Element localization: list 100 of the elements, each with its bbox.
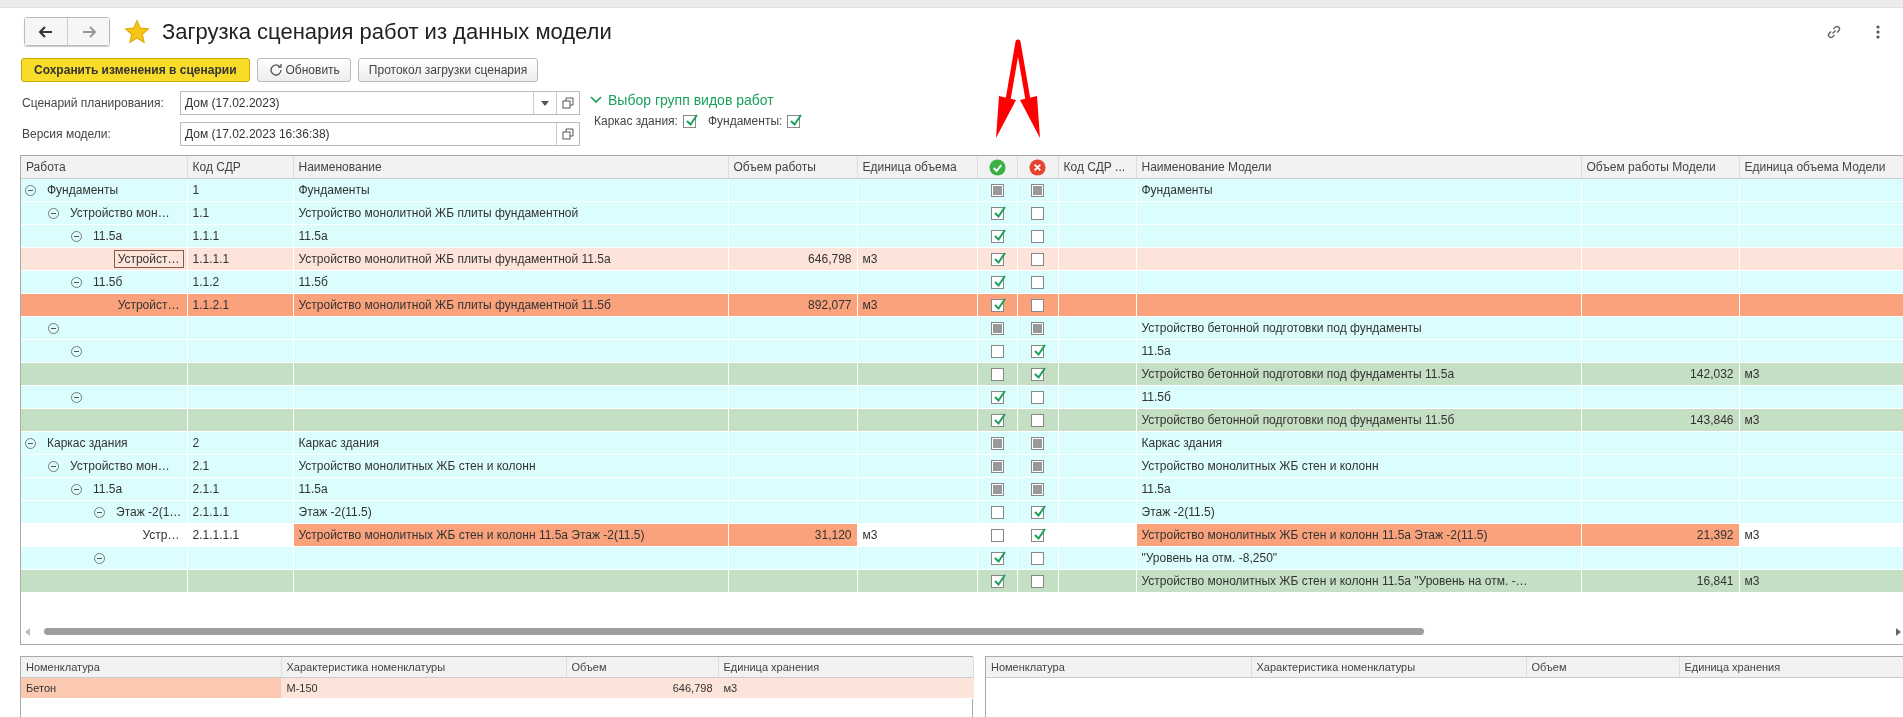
checkbox[interactable] — [990, 299, 1004, 313]
table-cell: 11.5а — [1141, 482, 1171, 496]
checkbox-label: Каркас здания: — [594, 114, 678, 128]
table-cell-text: 11.5а — [92, 481, 124, 498]
input-field[interactable]: Дом (17.02.2023 16:36:38) — [180, 122, 580, 146]
more-icon[interactable] — [1875, 23, 1881, 40]
checkbox[interactable] — [990, 322, 1004, 336]
checkbox[interactable] — [990, 506, 1004, 520]
back-button[interactable] — [25, 18, 67, 45]
table-cell-text: Устройст… — [116, 297, 181, 314]
table-cell-text: Устройство мон… — [69, 205, 171, 222]
checkbox[interactable] — [1031, 552, 1044, 566]
collapse-icon[interactable] — [94, 506, 105, 518]
checkbox[interactable] — [990, 414, 1004, 428]
checkbox[interactable] — [1031, 506, 1044, 520]
collapse-icon[interactable] — [71, 230, 82, 242]
column-header: Единица хранения — [718, 657, 973, 678]
back-arrow-icon — [39, 25, 53, 38]
column-header: Код СДР — [187, 156, 293, 179]
table-cell: 11.5б — [1141, 390, 1171, 404]
table-cell: 2.1 — [192, 459, 210, 473]
checkbox[interactable] — [1031, 299, 1044, 313]
checkbox[interactable] — [1031, 437, 1044, 451]
table-cell: 11.5а — [298, 482, 328, 496]
field-label: Версия модели: — [22, 127, 112, 141]
checkbox[interactable] — [990, 368, 1004, 382]
checkbox[interactable] — [1031, 460, 1044, 474]
column-header: Характеристика номенклатуры — [1251, 657, 1526, 678]
checkbox[interactable] — [1031, 345, 1044, 359]
table-cell: 646,798 — [672, 682, 713, 694]
checkbox[interactable] — [990, 437, 1004, 451]
save-button[interactable]: Сохранить изменения в сценарии — [21, 58, 250, 82]
checkbox[interactable] — [1031, 276, 1044, 290]
table-cell: Бетон — [26, 682, 57, 694]
table-cell: 2.1.1.1 — [192, 505, 230, 519]
checkbox[interactable] — [990, 276, 1004, 290]
column-header: Наименование Модели — [1136, 156, 1581, 179]
log-button[interactable]: Протокол загрузки сценария — [357, 58, 539, 82]
table-cell: 1.1.1.1 — [192, 252, 230, 266]
checkbox[interactable] — [1031, 529, 1044, 543]
checkbox[interactable] — [1031, 184, 1044, 198]
checkbox[interactable] — [1031, 207, 1044, 221]
collapse-icon[interactable] — [71, 483, 82, 495]
checkbox[interactable] — [1031, 414, 1044, 428]
checkbox[interactable] — [990, 483, 1004, 497]
collapse-icon[interactable] — [94, 552, 105, 564]
checkbox[interactable] — [990, 184, 1004, 198]
collapse-icon[interactable] — [71, 391, 82, 403]
horizontal-scrollbar[interactable] — [25, 626, 1901, 638]
table-cell-text: Устройство мон… — [69, 458, 171, 475]
forward-arrow-icon — [81, 25, 96, 38]
table-cell-text: Устр… — [141, 527, 181, 544]
table-cell: м3 — [862, 298, 878, 312]
table-cell-text: 11.5б — [92, 274, 124, 291]
favorite-star-icon[interactable] — [124, 18, 150, 45]
checkbox[interactable] — [1031, 230, 1044, 244]
table-cell: м3 — [862, 252, 878, 266]
column-header: Код СДР ... — [1058, 156, 1136, 179]
checkbox[interactable] — [990, 460, 1004, 474]
table-cell: 2 — [192, 436, 200, 450]
table-cell: Устройство бетонной подготовки под фундаменты 11.5б — [1141, 413, 1455, 427]
checkbox[interactable] — [682, 114, 696, 128]
checkbox[interactable] — [990, 230, 1004, 244]
checkbox[interactable] — [1031, 483, 1044, 497]
collapse-icon[interactable] — [25, 184, 36, 196]
checkbox[interactable] — [990, 529, 1004, 543]
checkbox[interactable] — [990, 391, 1004, 405]
table-cell: Устройство монолитной ЖБ плиты фундаментной 11.5а — [298, 252, 611, 266]
table-cell: 646,798 — [808, 252, 852, 266]
input-field[interactable]: Дом (17.02.2023) — [180, 91, 580, 115]
checkbox[interactable] — [990, 253, 1004, 267]
checkbox[interactable] — [1031, 368, 1044, 382]
table-cell: 1.1.2.1 — [192, 298, 230, 312]
checkbox[interactable] — [990, 552, 1004, 566]
collapse-icon[interactable] — [48, 207, 59, 219]
table-cell: Фундаменты — [298, 183, 370, 197]
checkbox[interactable] — [990, 575, 1004, 589]
collapse-icon[interactable] — [71, 276, 82, 288]
refresh-icon — [267, 62, 284, 78]
checkbox[interactable] — [1031, 391, 1044, 405]
column-header: Объем — [1526, 657, 1679, 678]
collapse-icon[interactable] — [48, 322, 59, 334]
checkbox[interactable] — [1031, 322, 1044, 336]
checkbox[interactable] — [787, 114, 801, 128]
collapse-icon[interactable] — [48, 460, 59, 472]
checkbox[interactable] — [990, 207, 1004, 221]
checkbox[interactable] — [1031, 253, 1044, 267]
checkbox[interactable] — [1031, 575, 1044, 589]
collapse-icon[interactable] — [25, 437, 36, 449]
accept-icon — [988, 158, 1006, 176]
table-cell: 1.1.1 — [192, 229, 220, 243]
table-cell: м3 — [723, 682, 738, 694]
refresh-button[interactable]: Обновить — [256, 58, 351, 82]
table-cell: Каркас здания — [1141, 436, 1223, 450]
column-header: Наименование — [293, 156, 728, 179]
checkbox[interactable] — [990, 345, 1004, 359]
table-cell: Устройство монолитных ЖБ стен и колонн 11.5а Этаж -2(11.5) — [298, 528, 645, 542]
collapse-icon[interactable] — [71, 345, 82, 357]
column-header: Единица хранения — [1679, 657, 1903, 678]
column-header: Объем — [566, 657, 718, 678]
